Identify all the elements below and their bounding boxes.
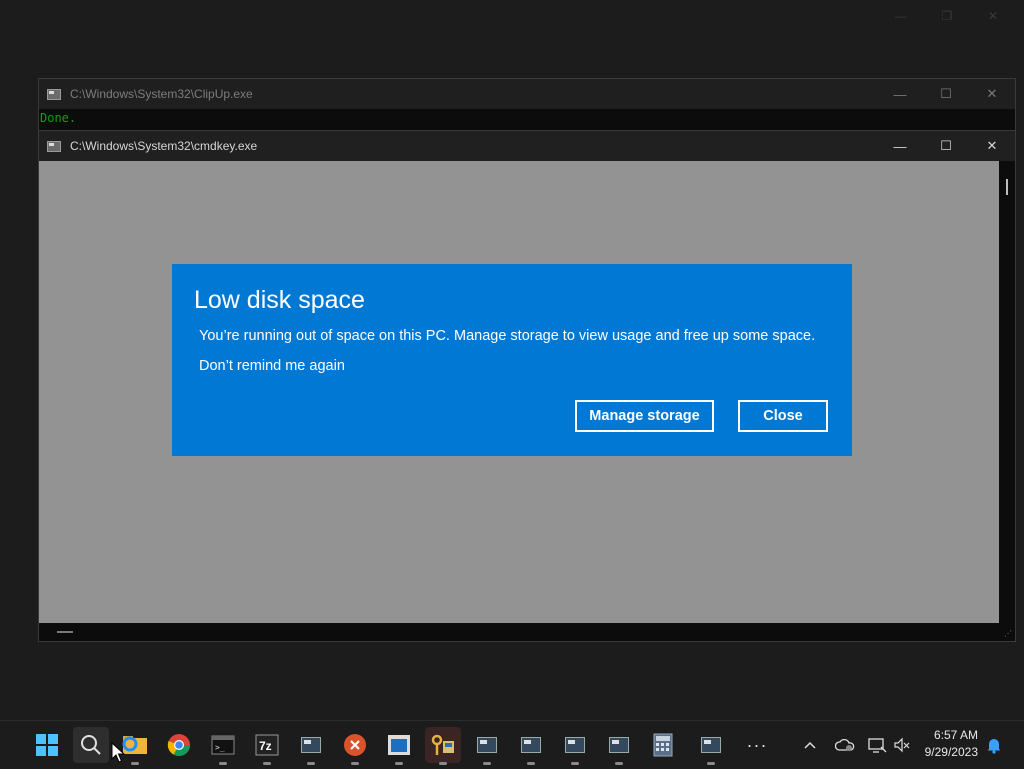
- cmd-window-icon[interactable]: [293, 727, 329, 765]
- cmdkey-titlebar[interactable]: C:\Windows\System32\cmdkey.exe — ☐ ✕: [39, 131, 1015, 161]
- running-indicator: [263, 762, 271, 765]
- keys-icon[interactable]: [425, 727, 461, 765]
- running-indicator: [307, 762, 315, 765]
- running-indicator: [707, 762, 715, 765]
- calculator-icon[interactable]: [645, 727, 681, 763]
- close-icon[interactable]: ✕: [970, 4, 1016, 28]
- error-app-icon[interactable]: [337, 727, 373, 765]
- running-indicator: [483, 762, 491, 765]
- cmd-window-icon[interactable]: [601, 727, 637, 765]
- close-button[interactable]: Close: [738, 400, 828, 432]
- search-icon[interactable]: [73, 727, 109, 763]
- close-button[interactable]: ✕: [969, 131, 1015, 161]
- svg-text:>_: >_: [215, 743, 225, 752]
- maximize-button[interactable]: ☐: [923, 79, 969, 109]
- minimize-button[interactable]: —: [877, 79, 923, 109]
- mouse-pointer-icon: [111, 742, 125, 763]
- clipup-console-output: Done.: [40, 111, 77, 125]
- taskbar: >_ 7z ··· 6:57 AM 9/29/2023: [0, 720, 1024, 768]
- running-indicator: [615, 762, 623, 765]
- console-app-icon: [47, 88, 61, 100]
- cmd-window-icon[interactable]: [513, 727, 549, 765]
- horizontal-scrollbar[interactable]: ⋰: [39, 623, 1015, 641]
- terminal-icon[interactable]: >_: [205, 727, 241, 765]
- onedrive-icon[interactable]: [835, 721, 855, 769]
- clock-date: 9/29/2023: [924, 745, 978, 759]
- chrome-icon[interactable]: [161, 727, 197, 763]
- minimize-button[interactable]: —: [877, 131, 923, 161]
- windows-start-icon[interactable]: [29, 727, 65, 763]
- maximize-button[interactable]: ☐: [923, 131, 969, 161]
- running-indicator: [439, 762, 447, 765]
- resize-grip-icon[interactable]: ⋰: [1004, 630, 1012, 638]
- clipup-window-title: C:\Windows\System32\ClipUp.exe: [70, 87, 253, 101]
- low-disk-space-dialog: Low disk space You’re running out of spa…: [172, 264, 852, 456]
- system-clock[interactable]: 6:57 AM 9/29/2023: [925, 727, 978, 761]
- running-indicator: [351, 762, 359, 765]
- dialog-message: You’re running out of space on this PC. …: [199, 328, 816, 344]
- notification-bell-icon[interactable]: [986, 721, 1006, 769]
- restore-icon[interactable]: ❐: [924, 4, 970, 28]
- scrollbar-thumb[interactable]: [1006, 179, 1008, 195]
- clipup-titlebar[interactable]: C:\Windows\System32\ClipUp.exe — ☐ ✕: [39, 79, 1015, 109]
- svg-text:7z: 7z: [259, 739, 272, 753]
- cmd-window-icon[interactable]: [693, 727, 729, 765]
- close-button[interactable]: ✕: [969, 79, 1015, 109]
- running-indicator: [527, 762, 535, 765]
- background-window-controls: — ❐ ✕: [878, 4, 1016, 28]
- show-hidden-icons-chevron-icon[interactable]: [803, 721, 823, 769]
- clock-time: 6:57 AM: [933, 728, 978, 742]
- cmd-window-icon[interactable]: [469, 727, 505, 765]
- 7zip-icon[interactable]: 7z: [249, 727, 285, 765]
- scrollbar-thumb[interactable]: [57, 631, 73, 633]
- manage-storage-button[interactable]: Manage storage: [575, 400, 714, 432]
- running-indicator: [395, 762, 403, 765]
- running-indicator: [571, 762, 579, 765]
- volume-muted-icon[interactable]: [893, 721, 913, 769]
- console-app-icon: [47, 140, 61, 152]
- dont-remind-link[interactable]: Don’t remind me again: [199, 358, 345, 374]
- cmd-window-icon[interactable]: [557, 727, 593, 765]
- running-indicator: [131, 762, 139, 765]
- vertical-scrollbar[interactable]: [999, 161, 1015, 624]
- network-icon[interactable]: [867, 721, 887, 769]
- app-window-icon[interactable]: [381, 727, 417, 765]
- running-indicator: [219, 762, 227, 765]
- minimize-icon[interactable]: —: [878, 4, 924, 28]
- cmdkey-window-title: C:\Windows\System32\cmdkey.exe: [70, 139, 258, 153]
- more-icon[interactable]: ···: [739, 727, 775, 763]
- dialog-title: Low disk space: [194, 286, 365, 314]
